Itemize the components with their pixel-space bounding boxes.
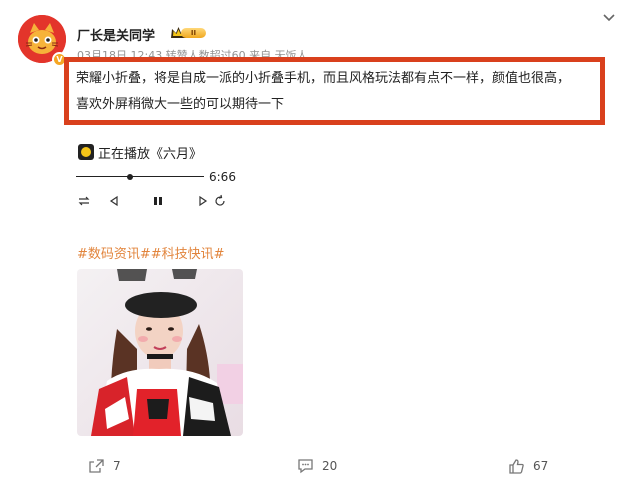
pause-button[interactable]: [150, 193, 166, 209]
repeat-button[interactable]: [76, 193, 92, 209]
progress-knob[interactable]: [126, 174, 133, 180]
like-count: 67: [533, 459, 549, 473]
duration: 6:66: [209, 170, 236, 184]
comment-button[interactable]: 20: [297, 457, 337, 475]
progress-bar[interactable]: [76, 170, 206, 184]
post-text: 荣耀小折叠，将是自成一派的小折叠手机，而且风格玩法都有点不一样，颜值也很高， 喜…: [76, 66, 606, 118]
next-icon: [199, 195, 208, 207]
now-playing-title: 正在播放《六月》: [98, 146, 203, 162]
previous-icon: [109, 195, 118, 207]
now-playing[interactable]: 正在播放《六月》: [78, 143, 203, 162]
author-name[interactable]: 厂长是关同学: [77, 25, 155, 44]
like-button[interactable]: 67: [508, 457, 548, 475]
music-disc-icon: [78, 144, 94, 160]
post-image[interactable]: [77, 269, 243, 436]
like-icon: [509, 459, 524, 474]
loop-icon: [215, 194, 225, 206]
collapse-button[interactable]: [600, 10, 618, 26]
repeat-icon: [78, 196, 90, 206]
share-count: 7: [113, 459, 121, 473]
share-button[interactable]: 7: [88, 457, 121, 475]
comment-count: 20: [322, 459, 338, 473]
loop-button[interactable]: [212, 193, 228, 209]
vip-level: II: [181, 28, 206, 38]
share-icon: [89, 459, 104, 473]
post-text-line: 喜欢外屏稍微大一些的可以期待一下: [76, 97, 285, 112]
hashtags[interactable]: #数码资讯##科技快讯#: [77, 243, 225, 262]
next-button[interactable]: [195, 193, 211, 209]
comment-icon: [298, 459, 313, 474]
previous-button[interactable]: [106, 193, 122, 209]
progress-track: [76, 176, 204, 177]
collapse-chevron-icon: [603, 14, 615, 22]
post-text-line: 荣耀小折叠，将是自成一派的小折叠手机，而且风格玩法都有点不一样，颜值也很高，: [76, 71, 571, 86]
vip-badge: II: [170, 25, 206, 40]
post-photo: [77, 269, 243, 436]
pause-icon: [154, 197, 162, 205]
